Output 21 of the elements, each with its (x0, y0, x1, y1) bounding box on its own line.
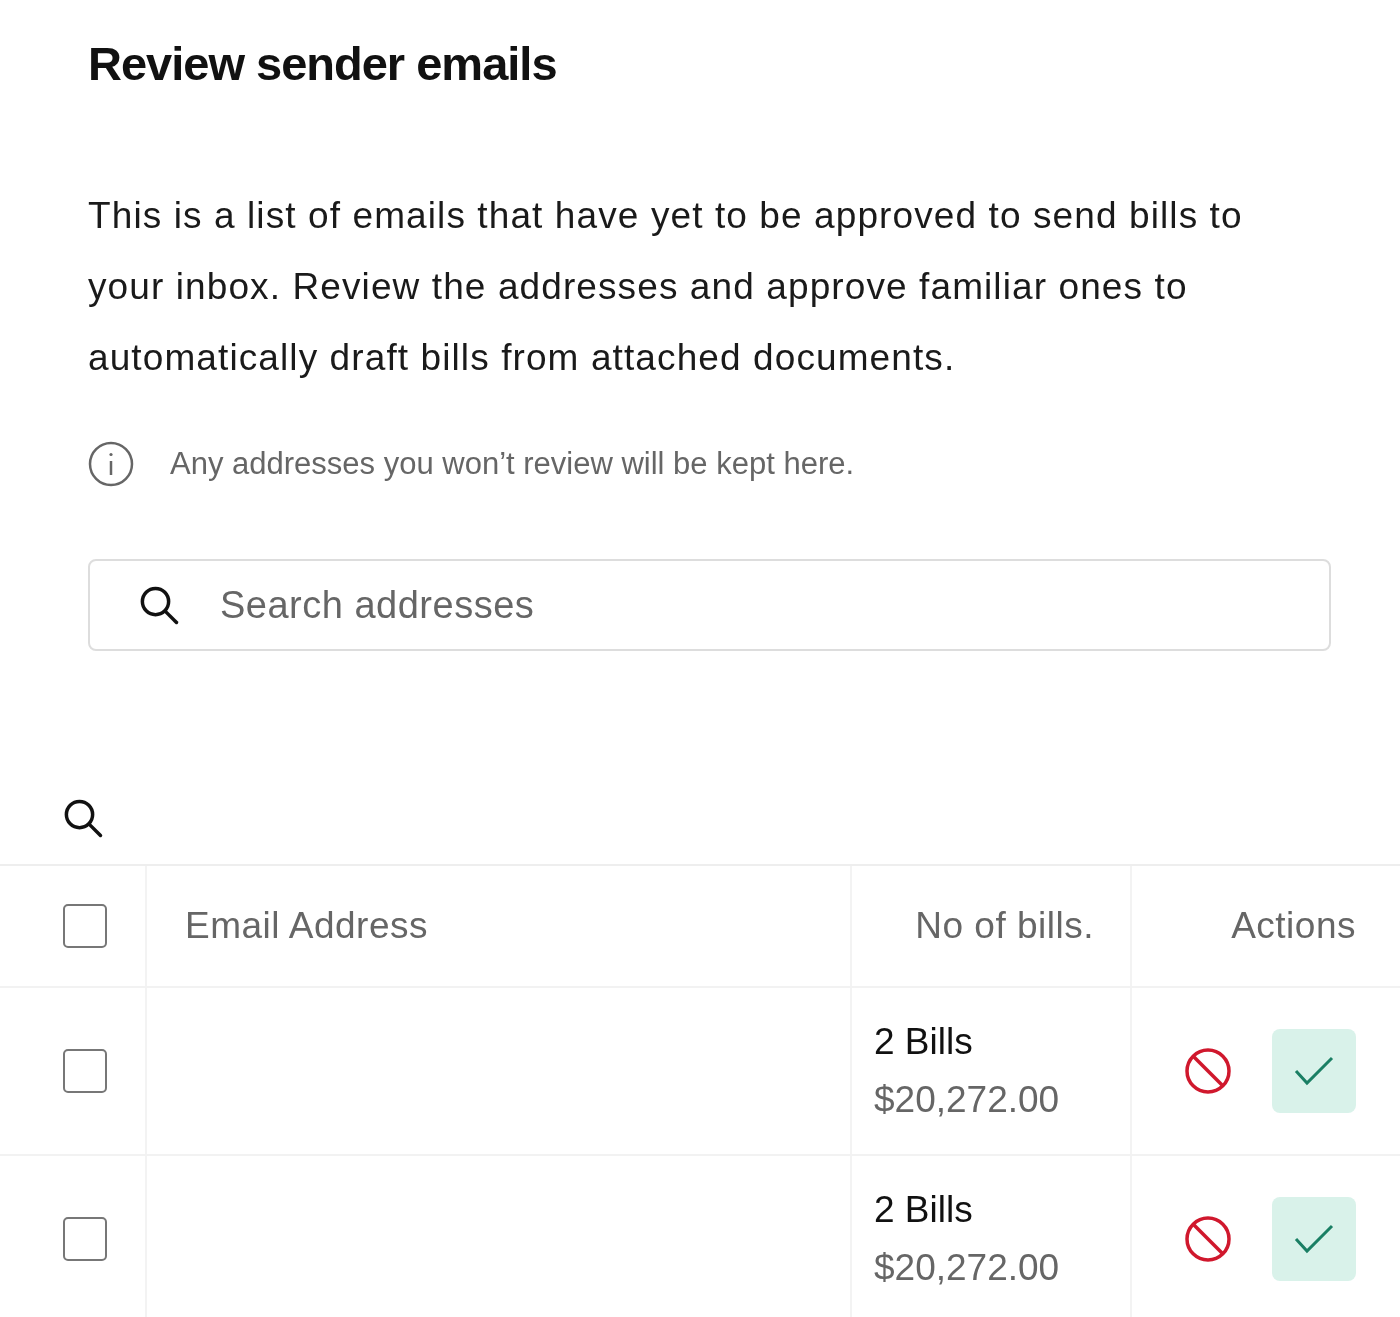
column-header: Actions (1231, 905, 1356, 947)
checkbox[interactable] (63, 1217, 107, 1261)
bill-amount: $20,272.00 (874, 1246, 1060, 1290)
checkbox[interactable] (63, 1049, 107, 1093)
description-paragraph: This is a list of emails that have yet to be approved to send bills to your inbox. Review the addresses and approve familiar ones to automatically draft bills from attached documents. (88, 194, 1244, 380)
bill-count: 2 Bills (874, 1188, 973, 1232)
column-header: No of bills. (915, 905, 1094, 947)
block-icon[interactable] (1184, 1215, 1232, 1263)
checkmark-icon (1294, 1224, 1334, 1254)
search-icon[interactable] (62, 797, 104, 839)
search-field[interactable]: Search addresses (88, 559, 1331, 651)
bill-count: 2 Bills (874, 1020, 973, 1064)
bill-amount: $20,272.00 (874, 1078, 1060, 1122)
checkmark-icon (1294, 1056, 1334, 1086)
block-icon[interactable] (1184, 1047, 1232, 1095)
page-title: Review sender emails (88, 36, 558, 92)
checkbox[interactable] (63, 904, 107, 948)
info-note: Any addresses you won’t review will be kept here. (170, 446, 855, 482)
column-header: Email Address (185, 905, 428, 947)
search-icon (138, 584, 180, 626)
info-icon (88, 441, 134, 487)
